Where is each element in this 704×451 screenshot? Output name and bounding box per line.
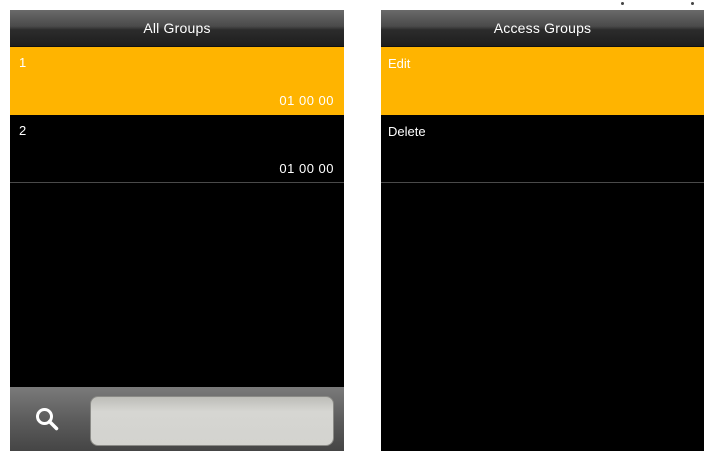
stage: All Groups 1 01 00 00 2 01 00 00 Access … (0, 0, 704, 451)
page-title: Access Groups (381, 10, 704, 47)
all-groups-screen: All Groups 1 01 00 00 2 01 00 00 (10, 10, 344, 451)
access-groups-screen: Access Groups Edit Delete (381, 10, 704, 451)
group-number: 2 (19, 123, 27, 138)
search-bar (10, 387, 344, 451)
group-timezones: 01 00 00 (279, 161, 334, 176)
group-list: 1 01 00 00 2 01 00 00 (10, 47, 344, 183)
artifact-dot (691, 2, 694, 5)
edit-option[interactable]: Edit (381, 47, 704, 115)
page-title: All Groups (10, 10, 344, 47)
group-row-2[interactable]: 2 01 00 00 (10, 115, 344, 183)
group-row-1[interactable]: 1 01 00 00 (10, 47, 344, 115)
group-timezones: 01 00 00 (279, 93, 334, 108)
search-input[interactable] (90, 396, 334, 446)
menu-item-label: Edit (388, 56, 411, 71)
delete-option[interactable]: Delete (381, 115, 704, 183)
menu-item-label: Delete (388, 124, 426, 139)
artifact-dot (621, 2, 624, 5)
group-number: 1 (19, 55, 27, 70)
options-menu: Edit Delete (381, 47, 704, 183)
search-icon[interactable] (34, 406, 60, 432)
